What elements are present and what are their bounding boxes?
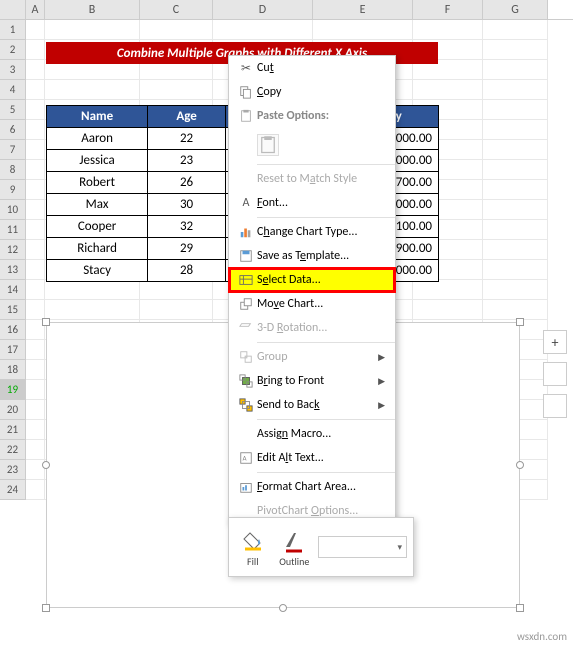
paste-option-button[interactable] <box>257 134 279 156</box>
context-menu: ✂Cut Copy Paste Options: Reset to Match … <box>228 55 396 524</box>
menu-paste-options-label: Paste Options: <box>229 104 395 128</box>
menu-change-chart-type[interactable]: Change Chart Type... <box>229 220 395 244</box>
menu-assign-macro[interactable]: Assign Macro... <box>229 422 395 446</box>
col-C[interactable]: C <box>140 0 213 19</box>
row-header[interactable]: 4 <box>0 80 26 100</box>
move-chart-icon <box>235 297 257 311</box>
fill-button[interactable]: Fill <box>235 527 271 568</box>
row-header[interactable]: 22 <box>0 440 26 460</box>
chart-filters-button[interactable] <box>543 394 567 418</box>
row-header[interactable]: 16 <box>0 320 26 340</box>
menu-separator <box>257 164 395 165</box>
menu-group[interactable]: Group▶ <box>229 345 395 369</box>
font-icon: A <box>235 196 257 210</box>
resize-handle[interactable] <box>516 318 524 326</box>
outline-button[interactable]: Outline <box>277 527 313 568</box>
resize-handle[interactable] <box>516 461 524 469</box>
menu-separator <box>257 217 395 218</box>
row-header[interactable]: 9 <box>0 180 26 200</box>
menu-cut[interactable]: ✂Cut <box>229 56 395 80</box>
copy-icon <box>235 85 257 99</box>
row-header[interactable]: 20 <box>0 400 26 420</box>
row-header[interactable]: 7 <box>0 140 26 160</box>
chart-elements-button[interactable]: + <box>543 330 567 354</box>
save-template-icon <box>235 249 257 263</box>
row-header[interactable]: 19 <box>0 380 26 400</box>
plus-icon: + <box>552 334 559 351</box>
submenu-arrow-icon: ▶ <box>378 400 385 411</box>
row-header[interactable]: 2 <box>0 40 26 60</box>
menu-3d-rotation[interactable]: 3-D Rotation... <box>229 316 395 340</box>
column-headers[interactable]: A B C D E F G <box>0 0 573 20</box>
th-age[interactable]: Age <box>148 106 226 128</box>
menu-save-template[interactable]: Save as Template... <box>229 244 395 268</box>
select-all-corner[interactable] <box>0 0 26 19</box>
col-B[interactable]: B <box>45 0 140 19</box>
menu-separator <box>257 342 395 343</box>
menu-format-chart-area[interactable]: Format Chart Area... <box>229 475 395 499</box>
cut-icon: ✂ <box>235 61 257 76</box>
menu-alt-text[interactable]: AEdit Alt Text... <box>229 446 395 470</box>
watermark: wsxdn.com <box>517 630 567 643</box>
submenu-arrow-icon: ▶ <box>378 376 385 387</box>
chart-type-icon <box>235 225 257 239</box>
submenu-arrow-icon: ▶ <box>378 352 385 363</box>
resize-handle[interactable] <box>42 461 50 469</box>
outline-icon <box>282 527 306 555</box>
row-header[interactable]: 1 <box>0 20 26 40</box>
paste-icon <box>235 109 257 123</box>
mini-toolbar: Fill Outline ▾ <box>228 517 414 577</box>
th-name[interactable]: Name <box>47 106 148 128</box>
chart-styles-button[interactable] <box>543 362 567 386</box>
paste-options <box>229 128 395 162</box>
select-data-icon <box>235 273 257 287</box>
menu-font[interactable]: AFont... <box>229 191 395 215</box>
resize-handle[interactable] <box>279 604 287 612</box>
row-header[interactable]: 14 <box>0 280 26 300</box>
menu-separator <box>257 419 395 420</box>
row-header[interactable]: 3 <box>0 60 26 80</box>
row-header[interactable]: 10 <box>0 200 26 220</box>
chart-side-buttons: + <box>543 330 567 418</box>
row-header[interactable]: 13 <box>0 260 26 280</box>
resize-handle[interactable] <box>42 604 50 612</box>
row-header[interactable]: 5 <box>0 100 26 120</box>
menu-move-chart[interactable]: Move Chart... <box>229 292 395 316</box>
menu-send-back[interactable]: Send to Back▶ <box>229 393 395 417</box>
fill-icon <box>241 527 265 555</box>
group-icon <box>235 350 257 364</box>
col-G[interactable]: G <box>483 0 548 19</box>
row-header[interactable]: 12 <box>0 240 26 260</box>
bring-front-icon <box>235 374 257 388</box>
resize-handle[interactable] <box>42 318 50 326</box>
col-E[interactable]: E <box>313 0 413 19</box>
svg-text:A: A <box>243 454 248 463</box>
col-A[interactable]: A <box>26 0 45 19</box>
format-area-icon <box>235 480 257 494</box>
row-header[interactable]: 17 <box>0 340 26 360</box>
col-F[interactable]: F <box>413 0 483 19</box>
col-D[interactable]: D <box>213 0 313 19</box>
alt-text-icon: A <box>235 451 257 465</box>
row-header[interactable]: 24 <box>0 480 26 500</box>
row-header[interactable]: 8 <box>0 160 26 180</box>
menu-separator <box>257 472 395 473</box>
rotation-icon <box>235 321 257 335</box>
row-header[interactable]: 11 <box>0 220 26 240</box>
row-header[interactable]: 15 <box>0 300 26 320</box>
menu-reset-style[interactable]: Reset to Match Style <box>229 167 395 191</box>
row-header[interactable]: 18 <box>0 360 26 380</box>
row-header[interactable]: 21 <box>0 420 26 440</box>
menu-bring-front[interactable]: Bring to Front▶ <box>229 369 395 393</box>
row-header[interactable]: 6 <box>0 120 26 140</box>
style-dropdown[interactable]: ▾ <box>318 536 407 558</box>
row-header[interactable]: 23 <box>0 460 26 480</box>
send-back-icon <box>235 398 257 412</box>
resize-handle[interactable] <box>516 604 524 612</box>
menu-select-data[interactable]: Select Data... <box>229 268 395 292</box>
menu-copy[interactable]: Copy <box>229 80 395 104</box>
